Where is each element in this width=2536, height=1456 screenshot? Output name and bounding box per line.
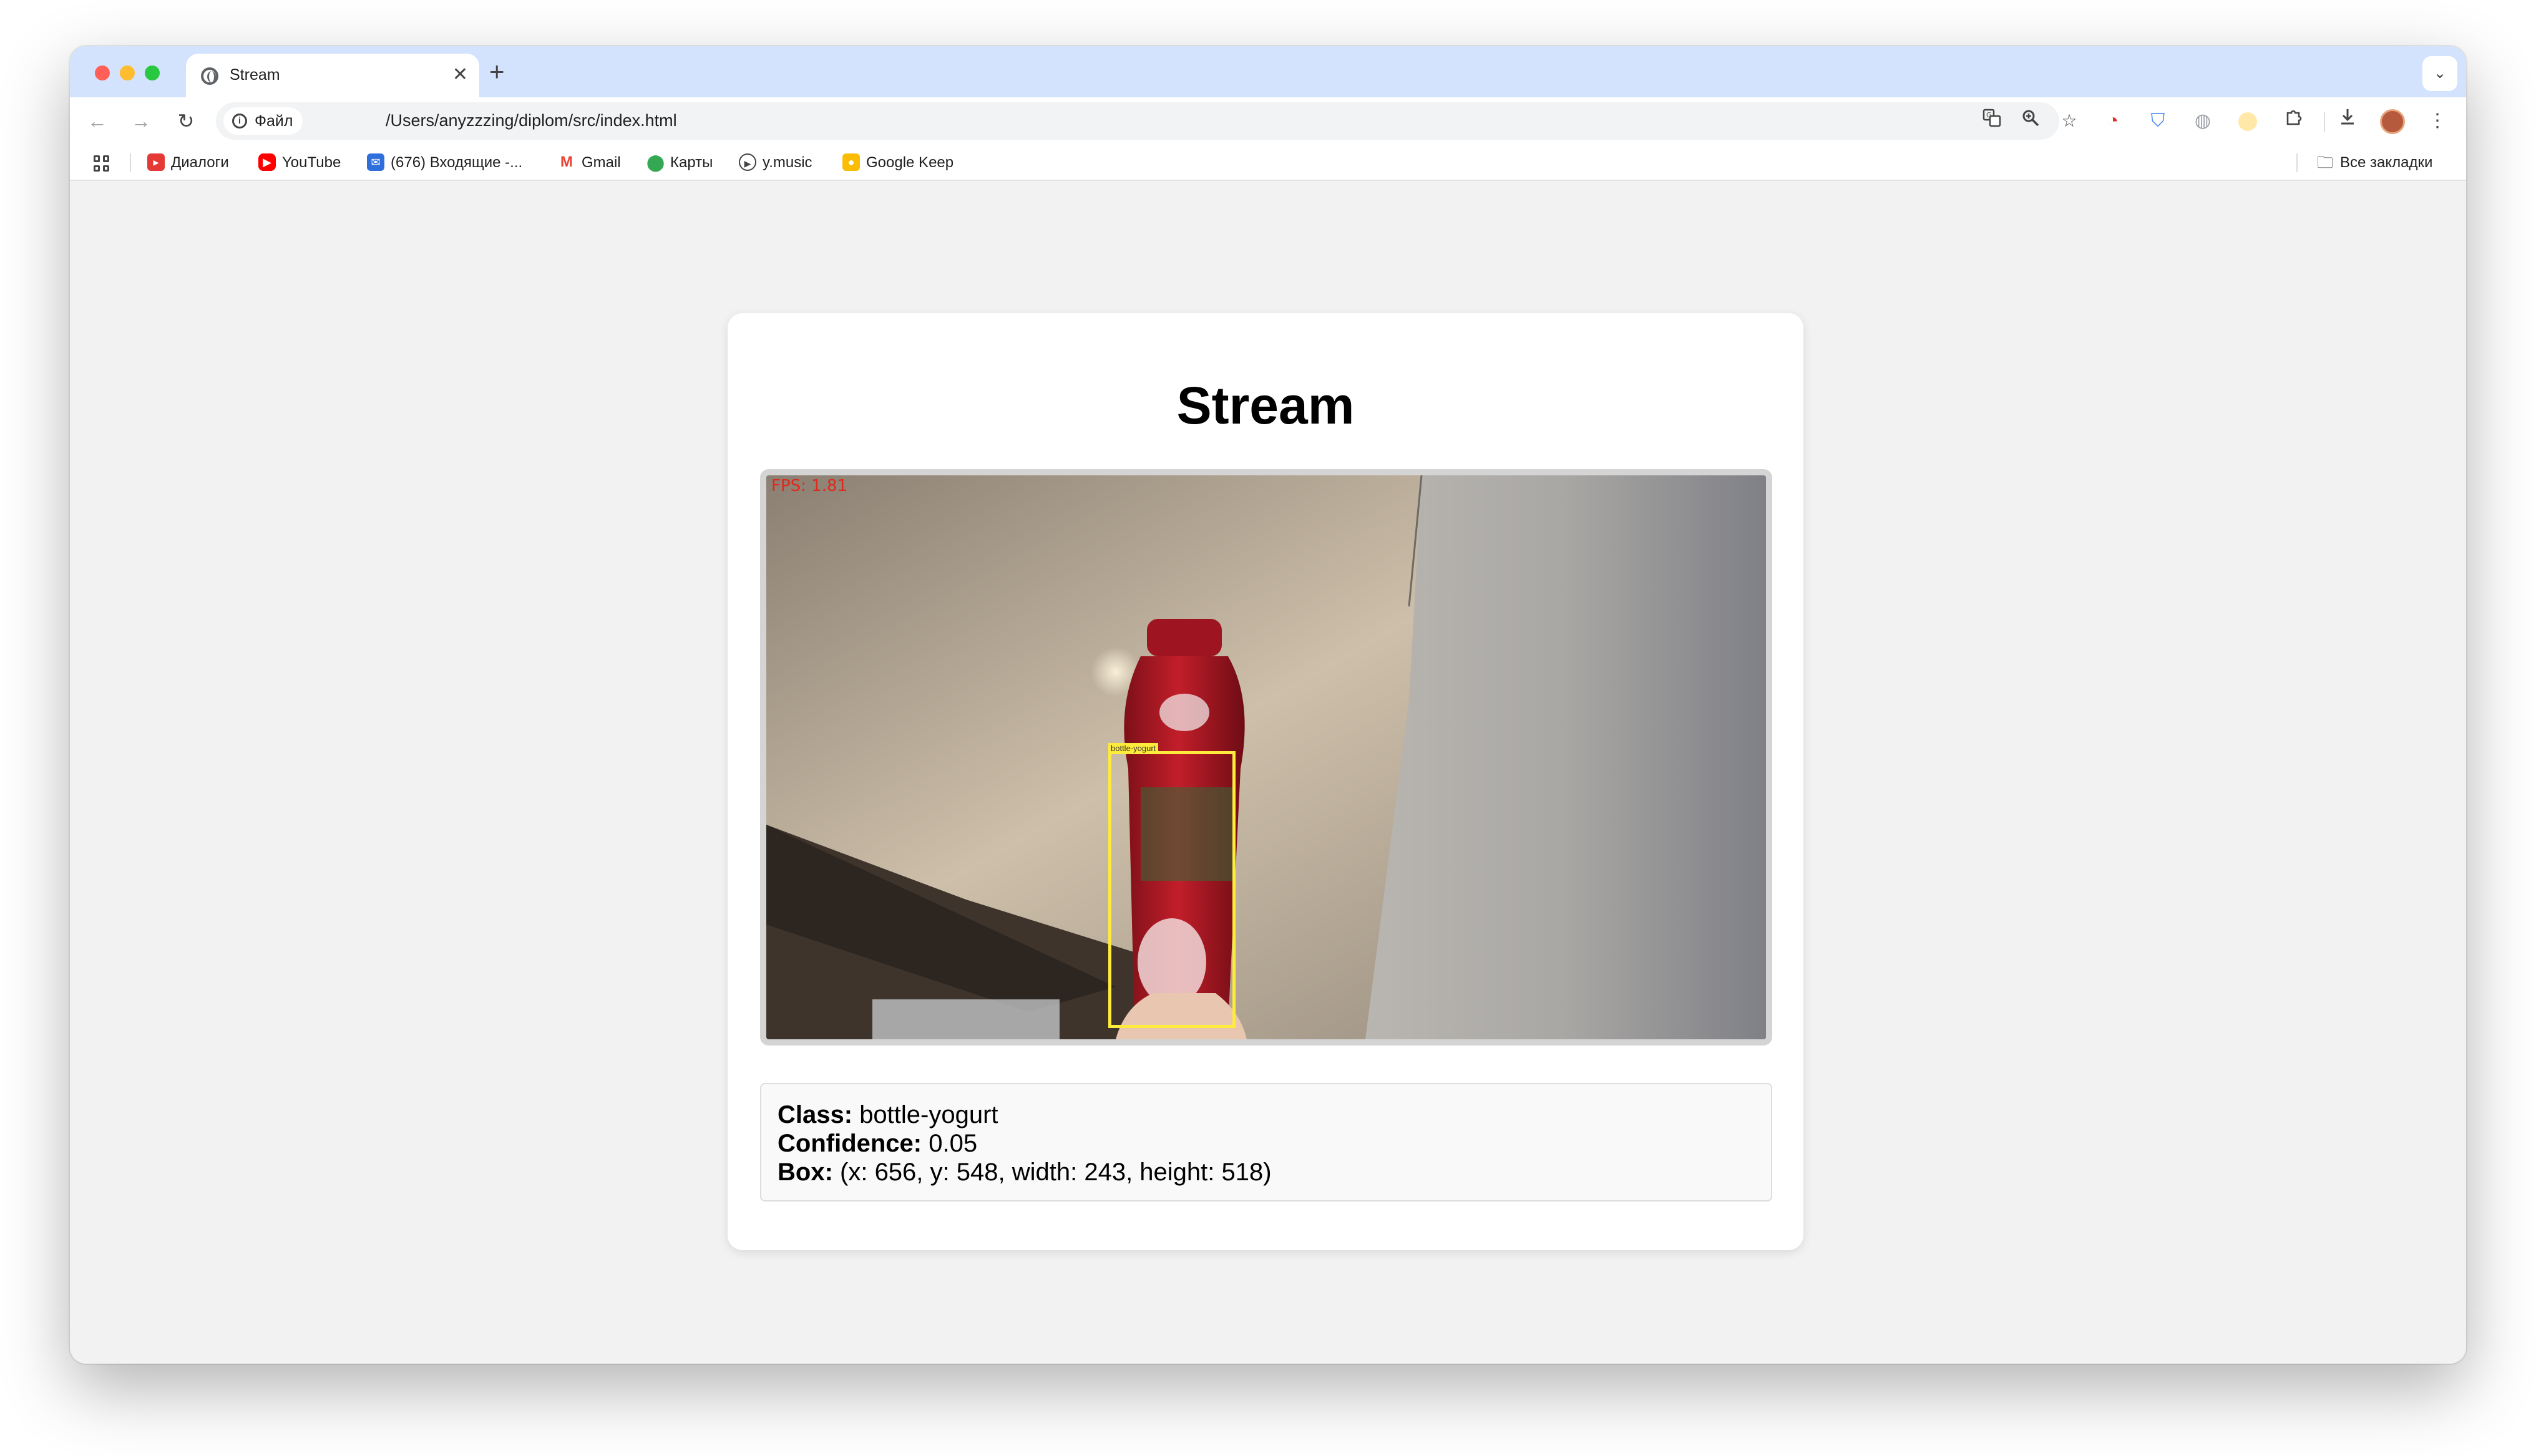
confidence-value: 0.05 xyxy=(929,1130,978,1157)
tab-strip: Stream ✕ + ⌄ xyxy=(70,46,2466,97)
box-row: Box: (x: 656, y: 548, width: 243, height… xyxy=(778,1158,1755,1187)
back-button[interactable]: ← xyxy=(84,107,111,135)
window-close-button[interactable] xyxy=(95,66,110,80)
all-bookmarks-label: Все закладки xyxy=(2340,154,2433,171)
extensions-puzzle-icon[interactable] xyxy=(2279,106,2309,136)
fps-readout: FPS: 1.81 xyxy=(771,477,848,495)
play-icon: ▶ xyxy=(739,153,756,171)
all-bookmarks-button[interactable]: 🗀 Все закладки xyxy=(2316,152,2432,173)
camera-frame-image xyxy=(766,475,1766,1039)
bookmarks-bar: ▸ Диалоги ▶ YouTube ✉ (676) Входящие -... M… xyxy=(70,145,2466,181)
bookmark-gmail[interactable]: M Gmail xyxy=(558,152,621,173)
page-title: Stream xyxy=(1176,376,1355,435)
bookmark-youtube[interactable]: ▶ YouTube xyxy=(258,152,341,173)
detection-info-panel: Class: bottle-yogurt Confidence: 0.05 Bo… xyxy=(760,1083,1772,1201)
gmail-icon: M xyxy=(560,153,573,170)
bookmark-inbox[interactable]: ✉ (676) Входящие -... xyxy=(367,152,522,173)
browser-window: Stream ✕ + ⌄ ← → ↻ i Файл /Users/anyzzzi… xyxy=(70,46,2466,1364)
folder-icon: 🗀 xyxy=(2316,152,2333,172)
confidence-label: Confidence: xyxy=(778,1130,922,1157)
arrow-right-icon: → xyxy=(131,110,151,132)
confidence-row: Confidence: 0.05 xyxy=(778,1129,1755,1158)
window-maximize-button[interactable] xyxy=(145,66,160,80)
globe-icon xyxy=(201,67,218,85)
detection-label: bottle-yogurt xyxy=(1108,743,1159,754)
window-minimize-button[interactable] xyxy=(120,66,135,80)
box-value: (x: 656, y: 548, width: 243, height: 518… xyxy=(840,1158,1272,1186)
chevron-down-icon: ⌄ xyxy=(2433,65,2447,82)
new-tab-button[interactable]: + xyxy=(489,59,505,85)
apps-grid-icon[interactable] xyxy=(94,155,110,172)
address-bar[interactable]: i Файл /Users/anyzzzing/diplom/src/index… xyxy=(216,102,2077,140)
maps-pin-icon: ⬤ xyxy=(646,152,665,172)
menu-kebab-icon[interactable]: ⋮ xyxy=(2422,106,2452,136)
bookmark-label: Gmail xyxy=(582,154,621,171)
bookmarks-divider xyxy=(130,153,131,172)
bookmark-dialogs[interactable]: ▸ Диалоги xyxy=(147,152,229,173)
bookmarks-divider xyxy=(2296,153,2298,172)
class-row: Class: bottle-yogurt xyxy=(778,1100,1755,1129)
browser-toolbar: ← → ↻ i Файл /Users/anyzzzing/diplom/src… xyxy=(70,97,2466,145)
bookmark-label: Google Keep xyxy=(866,154,954,171)
bookmark-maps[interactable]: ⬤ Карты xyxy=(646,152,713,173)
extension-globe-icon[interactable]: ◍ xyxy=(2188,106,2218,136)
bookmark-label: Диалоги xyxy=(171,154,229,171)
extension-shield-icon[interactable]: ⛉ xyxy=(2143,106,2173,136)
zoom-icon[interactable] xyxy=(2018,109,2043,133)
download-icon[interactable] xyxy=(2333,106,2363,136)
bookmark-label: y.music xyxy=(763,154,812,171)
reload-button[interactable]: ↻ xyxy=(172,107,200,135)
bookmark-label: Карты xyxy=(670,154,713,171)
tab-title: Stream xyxy=(230,66,280,84)
video-stream: FPS: 1.81 bottle-yogurt xyxy=(760,469,1772,1046)
bookmark-label: YouTube xyxy=(282,154,341,171)
toolbar-divider xyxy=(2324,112,2325,132)
bookmark-label: (676) Входящие -... xyxy=(391,154,523,171)
tab-search-button[interactable]: ⌄ xyxy=(2422,56,2457,91)
tab-close-icon[interactable]: ✕ xyxy=(452,64,468,86)
bookmark-star-icon[interactable]: ☆ xyxy=(2057,109,2082,133)
site-info-label: Файл xyxy=(255,112,293,130)
dialogs-icon: ▸ xyxy=(147,153,165,171)
class-label: Class: xyxy=(778,1101,853,1128)
extension-red-icon[interactable]: ◔ xyxy=(2098,106,2128,136)
stream-card: Stream FPS: 1.81 bottle-yogurt Class: bo… xyxy=(728,313,1803,1250)
url-text[interactable]: /Users/anyzzzing/diplom/src/index.html xyxy=(386,111,677,130)
bookmark-google-keep[interactable]: ● Google Keep xyxy=(842,152,953,173)
translate-icon[interactable]: G xyxy=(1979,109,2004,133)
detection-bounding-box: bottle-yogurt xyxy=(1108,743,1236,1028)
keep-icon: ● xyxy=(842,153,860,171)
mail-icon: ✉ xyxy=(367,153,384,171)
bookmark-ymusic[interactable]: ▶ y.music xyxy=(739,152,812,173)
box-label: Box: xyxy=(778,1158,833,1186)
tab-stream[interactable]: Stream ✕ xyxy=(186,54,479,97)
page-viewport: Stream FPS: 1.81 bottle-yogurt Class: bo… xyxy=(70,181,2466,1364)
profile-avatar[interactable] xyxy=(2378,106,2407,136)
site-info-chip[interactable]: i Файл xyxy=(223,107,303,135)
svg-text:G: G xyxy=(1986,111,1992,119)
arrow-left-icon: ← xyxy=(87,110,107,132)
class-value: bottle-yogurt xyxy=(859,1101,998,1128)
extension-yellow-icon[interactable] xyxy=(2233,106,2263,136)
info-icon: i xyxy=(232,114,247,129)
youtube-icon: ▶ xyxy=(258,153,276,171)
forward-button[interactable]: → xyxy=(127,107,155,135)
reload-icon: ↻ xyxy=(177,110,195,132)
